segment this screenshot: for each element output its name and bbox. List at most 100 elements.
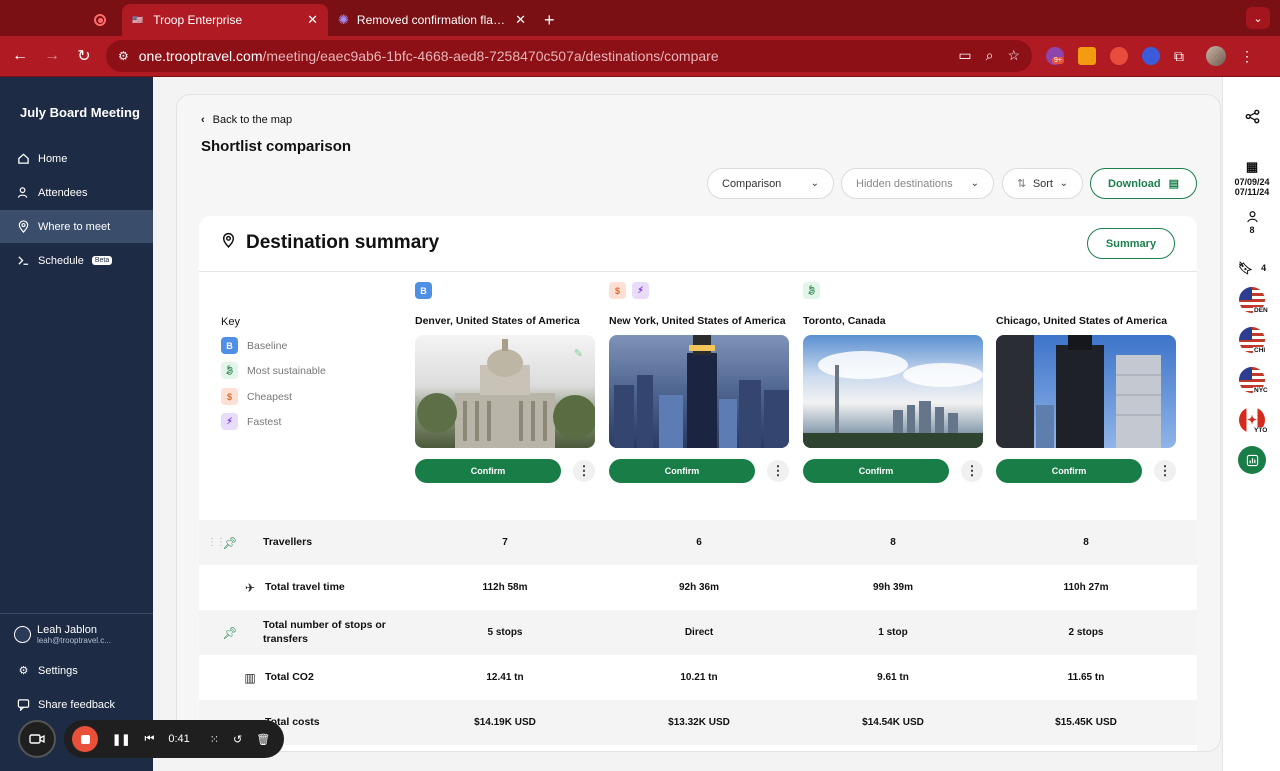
start-date: 07/09/24 [1234, 177, 1270, 187]
destination-photo [609, 335, 789, 448]
grid-icon[interactable]: ⁙ [210, 733, 219, 746]
extension-icon[interactable] [1110, 47, 1128, 65]
camera-icon[interactable] [18, 720, 56, 758]
extension-icon[interactable] [1078, 47, 1096, 65]
chevron-down-icon: ⌄ [810, 178, 819, 189]
key-label: Cheapest [247, 390, 292, 403]
pin-icon[interactable]: 📌︎ [221, 626, 239, 640]
forward-arrow-icon[interactable]: → [36, 47, 68, 65]
sidebar-item-feedback[interactable]: Share feedback [0, 688, 153, 721]
pin-icon[interactable]: ✎ [574, 347, 583, 360]
divider [199, 271, 1197, 272]
user-name: Leah Jablon [37, 624, 97, 636]
row-value: 6 [696, 537, 702, 548]
pause-icon[interactable]: ❚❚ [112, 733, 130, 746]
confirm-button[interactable]: Confirm [803, 459, 949, 483]
browser-tab-strip: 🇺🇸 Troop Enterprise ✕ ✺ Removed confirma… [0, 0, 1280, 36]
bookmarks-widget[interactable]: 🔖︎ 4 [1223, 261, 1280, 275]
download-button[interactable]: Download ▤ [1090, 168, 1197, 199]
sidebar-item-label: Attendees [38, 186, 88, 199]
more-options-icon[interactable]: ⋮ [573, 460, 595, 482]
people-icon [17, 186, 30, 199]
bookmark-count: 4 [1261, 263, 1267, 273]
row-label: Total travel time [265, 580, 345, 593]
trash-icon[interactable]: 🗑︎ [256, 733, 270, 746]
flag-yto[interactable]: ✦ YTO [1223, 407, 1280, 436]
flag-favicon-icon: 🇺🇸 [132, 14, 144, 25]
flag-chi[interactable]: CHI [1223, 327, 1280, 356]
reload-icon[interactable]: ↻ [68, 46, 100, 66]
chevron-down-icon: ⌄ [970, 178, 979, 189]
sidebar-item-settings[interactable]: ⚙ Settings [0, 654, 153, 687]
more-options-icon[interactable]: ⋮ [1154, 460, 1176, 482]
pin-icon[interactable]: 📌︎ [221, 536, 239, 550]
user-profile[interactable]: Leah Jablon leah@trooptravel.c... [14, 624, 111, 645]
confirm-button[interactable]: Confirm [415, 459, 561, 483]
sidebar-item-label: Schedule [38, 254, 84, 267]
share-icon[interactable] [1223, 109, 1280, 124]
row-value: 11.65 tn [1067, 672, 1105, 683]
flag-nyc[interactable]: NYC [1223, 367, 1280, 396]
row-label: Total CO2 [265, 670, 314, 683]
download-label: Download [1108, 177, 1161, 190]
close-tab-icon[interactable]: ✕ [307, 12, 318, 28]
key-label: Fastest [247, 415, 282, 428]
dropdown-value: Comparison [722, 177, 782, 190]
dates-widget[interactable]: ▦ 07/09/24 07/11/24 [1223, 159, 1280, 197]
leaf-icon: 🍃︎ [221, 362, 238, 379]
site-info-icon[interactable]: ⚙ [118, 49, 129, 63]
confirm-button[interactable]: Confirm [996, 459, 1142, 483]
stop-recording-button[interactable] [72, 726, 98, 752]
key-item-fastest: ⚡︎ Fastest [221, 413, 281, 430]
sidebar-item-schedule[interactable]: Schedule Beta [0, 244, 153, 277]
attendee-count-widget[interactable]: 8 [1223, 210, 1280, 235]
install-app-icon[interactable]: ▭ [958, 47, 971, 64]
tab-troop-enterprise[interactable]: 🇺🇸 Troop Enterprise ✕ [122, 4, 328, 36]
sidebar-item-home[interactable]: Home [0, 142, 153, 175]
sidebar-item-label: Settings [38, 664, 78, 677]
sidebar-item-where-to-meet[interactable]: Where to meet [0, 210, 153, 243]
tab-removed-confirmation[interactable]: ✺ Removed confirmation flag/cl ✕ [328, 4, 536, 36]
new-tab-icon[interactable]: + [544, 4, 555, 36]
key-item-baseline: B Baseline [221, 337, 287, 354]
recording-tab[interactable] [78, 4, 122, 36]
row-label: Travellers [263, 535, 313, 548]
more-options-icon[interactable]: ⋮ [961, 460, 983, 482]
extension-badge-icon[interactable]: 9+ [1046, 47, 1064, 65]
tab-search-chevron-icon[interactable]: ⌄ [1246, 7, 1270, 29]
analytics-button[interactable] [1223, 446, 1280, 474]
destination-name: Chicago, United States of America [996, 315, 1168, 327]
rewind-icon[interactable]: ⏮︎ [144, 733, 154, 746]
flag-den[interactable]: DEN [1223, 287, 1280, 316]
right-rail: ▦ 07/09/24 07/11/24 8 🔖︎ 4 DEN CHI NYC ✦… [1222, 77, 1280, 771]
close-tab-icon[interactable]: ✕ [515, 12, 526, 28]
comparison-dropdown[interactable]: Comparison ⌄ [707, 168, 834, 199]
more-options-icon[interactable]: ⋮ [767, 460, 789, 482]
summary-button[interactable]: Summary [1087, 228, 1175, 259]
flag-code: DEN [1253, 307, 1280, 316]
sidebar-item-attendees[interactable]: Attendees [0, 176, 153, 209]
confirm-button[interactable]: Confirm [609, 459, 755, 483]
restart-icon[interactable]: ↺ [233, 733, 242, 746]
row-value: $13.32K USD [668, 717, 730, 728]
home-icon [17, 152, 30, 165]
extensions-puzzle-icon[interactable]: ⧉ [1174, 48, 1184, 65]
row-value: 112h 58m [482, 582, 528, 593]
back-to-map-link[interactable]: ‹ Back to the map [201, 114, 292, 126]
row-value: 8 [890, 537, 896, 548]
page-title: Shortlist comparison [201, 138, 352, 155]
person-icon [1246, 211, 1258, 223]
table-row: 📌︎ Total number of stops or transfers 5 … [199, 610, 1197, 655]
browser-menu-icon[interactable]: ⋮ [1240, 48, 1254, 65]
sort-button[interactable]: ⇅ Sort ⌄ [1002, 168, 1083, 199]
profile-avatar[interactable] [1206, 46, 1226, 66]
extension-icon[interactable] [1142, 47, 1160, 65]
back-arrow-icon[interactable]: ← [4, 47, 36, 65]
destination-card-chicago: Chicago, United States of America Confir… [996, 282, 1176, 483]
hidden-destinations-dropdown[interactable]: Hidden destinations ⌄ [841, 168, 994, 199]
address-bar[interactable]: ⚙ one.trooptravel.com/meeting/eaec9ab6-1… [106, 40, 1032, 72]
destination-photo [996, 335, 1176, 448]
lightning-icon: ⚡︎ [632, 282, 649, 299]
bookmark-star-icon[interactable]: ☆ [1007, 47, 1020, 64]
zoom-icon[interactable]: ⌕ [986, 47, 994, 64]
